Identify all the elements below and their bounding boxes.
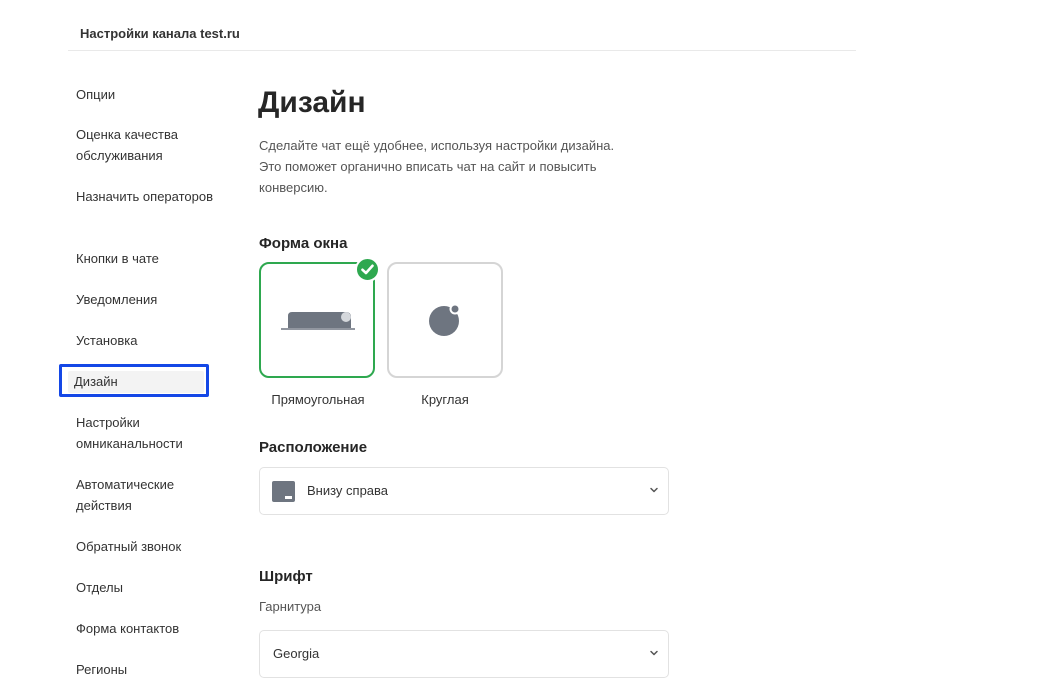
header-divider: [68, 50, 856, 51]
sidebar-item-departments[interactable]: Отделы: [76, 577, 216, 598]
sidebar-item-callback[interactable]: Обратный звонок: [76, 536, 216, 557]
position-select-value: Внизу справа: [307, 483, 389, 498]
sidebar-item-chat-buttons[interactable]: Кнопки в чате: [76, 248, 216, 269]
sidebar-item-notifications[interactable]: Уведомления: [76, 289, 216, 310]
round-window-icon: [429, 303, 461, 336]
sidebar-item-options[interactable]: Опции: [76, 84, 216, 105]
description-line: Сделайте чат ещё удобнее, используя наст…: [259, 138, 615, 153]
bottom-right-position-icon: [272, 481, 295, 502]
position-select[interactable]: Внизу справа: [259, 467, 669, 515]
page-title: Дизайн: [258, 86, 366, 119]
sidebar-item-design-highlight: Дизайн: [59, 364, 209, 397]
rectangular-shape-label: Прямоугольная: [271, 392, 365, 407]
typeface-label: Гарнитура: [259, 599, 322, 614]
page-description: Сделайте чат ещё удобнее, используя наст…: [259, 135, 659, 198]
position-title: Расположение: [259, 439, 368, 456]
typeface-select[interactable]: Georgia: [259, 630, 669, 678]
typeface-select-value: Georgia: [273, 646, 320, 661]
rectangle-window-icon: [281, 312, 355, 330]
sidebar-item-regions[interactable]: Регионы: [76, 659, 216, 680]
sidebar-item-assign-operators[interactable]: Назначить операторов: [76, 186, 216, 207]
description-line: конверсию.: [259, 180, 328, 195]
description-line: Это поможет органично вписать чат на сай…: [259, 159, 597, 174]
sidebar-item-omnichannel[interactable]: Настройки омниканальности: [76, 412, 216, 454]
round-shape-label: Круглая: [421, 392, 469, 407]
sidebar-item-design[interactable]: Дизайн: [68, 371, 204, 393]
sidebar-item-installation[interactable]: Установка: [76, 330, 216, 351]
chevron-down-icon: [650, 650, 658, 656]
font-title: Шрифт: [259, 568, 313, 585]
sidebar-item-automatic-actions[interactable]: Автоматические действия: [76, 474, 216, 516]
sidebar-item-service-rating[interactable]: Оценка качества обслуживания: [76, 124, 216, 166]
channel-settings-title: Настройки канала test.ru: [80, 26, 240, 41]
selected-check-icon: [355, 257, 380, 282]
chevron-down-icon: [650, 487, 658, 493]
window-shape-title: Форма окна: [259, 235, 348, 252]
sidebar-item-contact-form[interactable]: Форма контактов: [76, 618, 216, 639]
round-shape-option[interactable]: [387, 262, 503, 378]
